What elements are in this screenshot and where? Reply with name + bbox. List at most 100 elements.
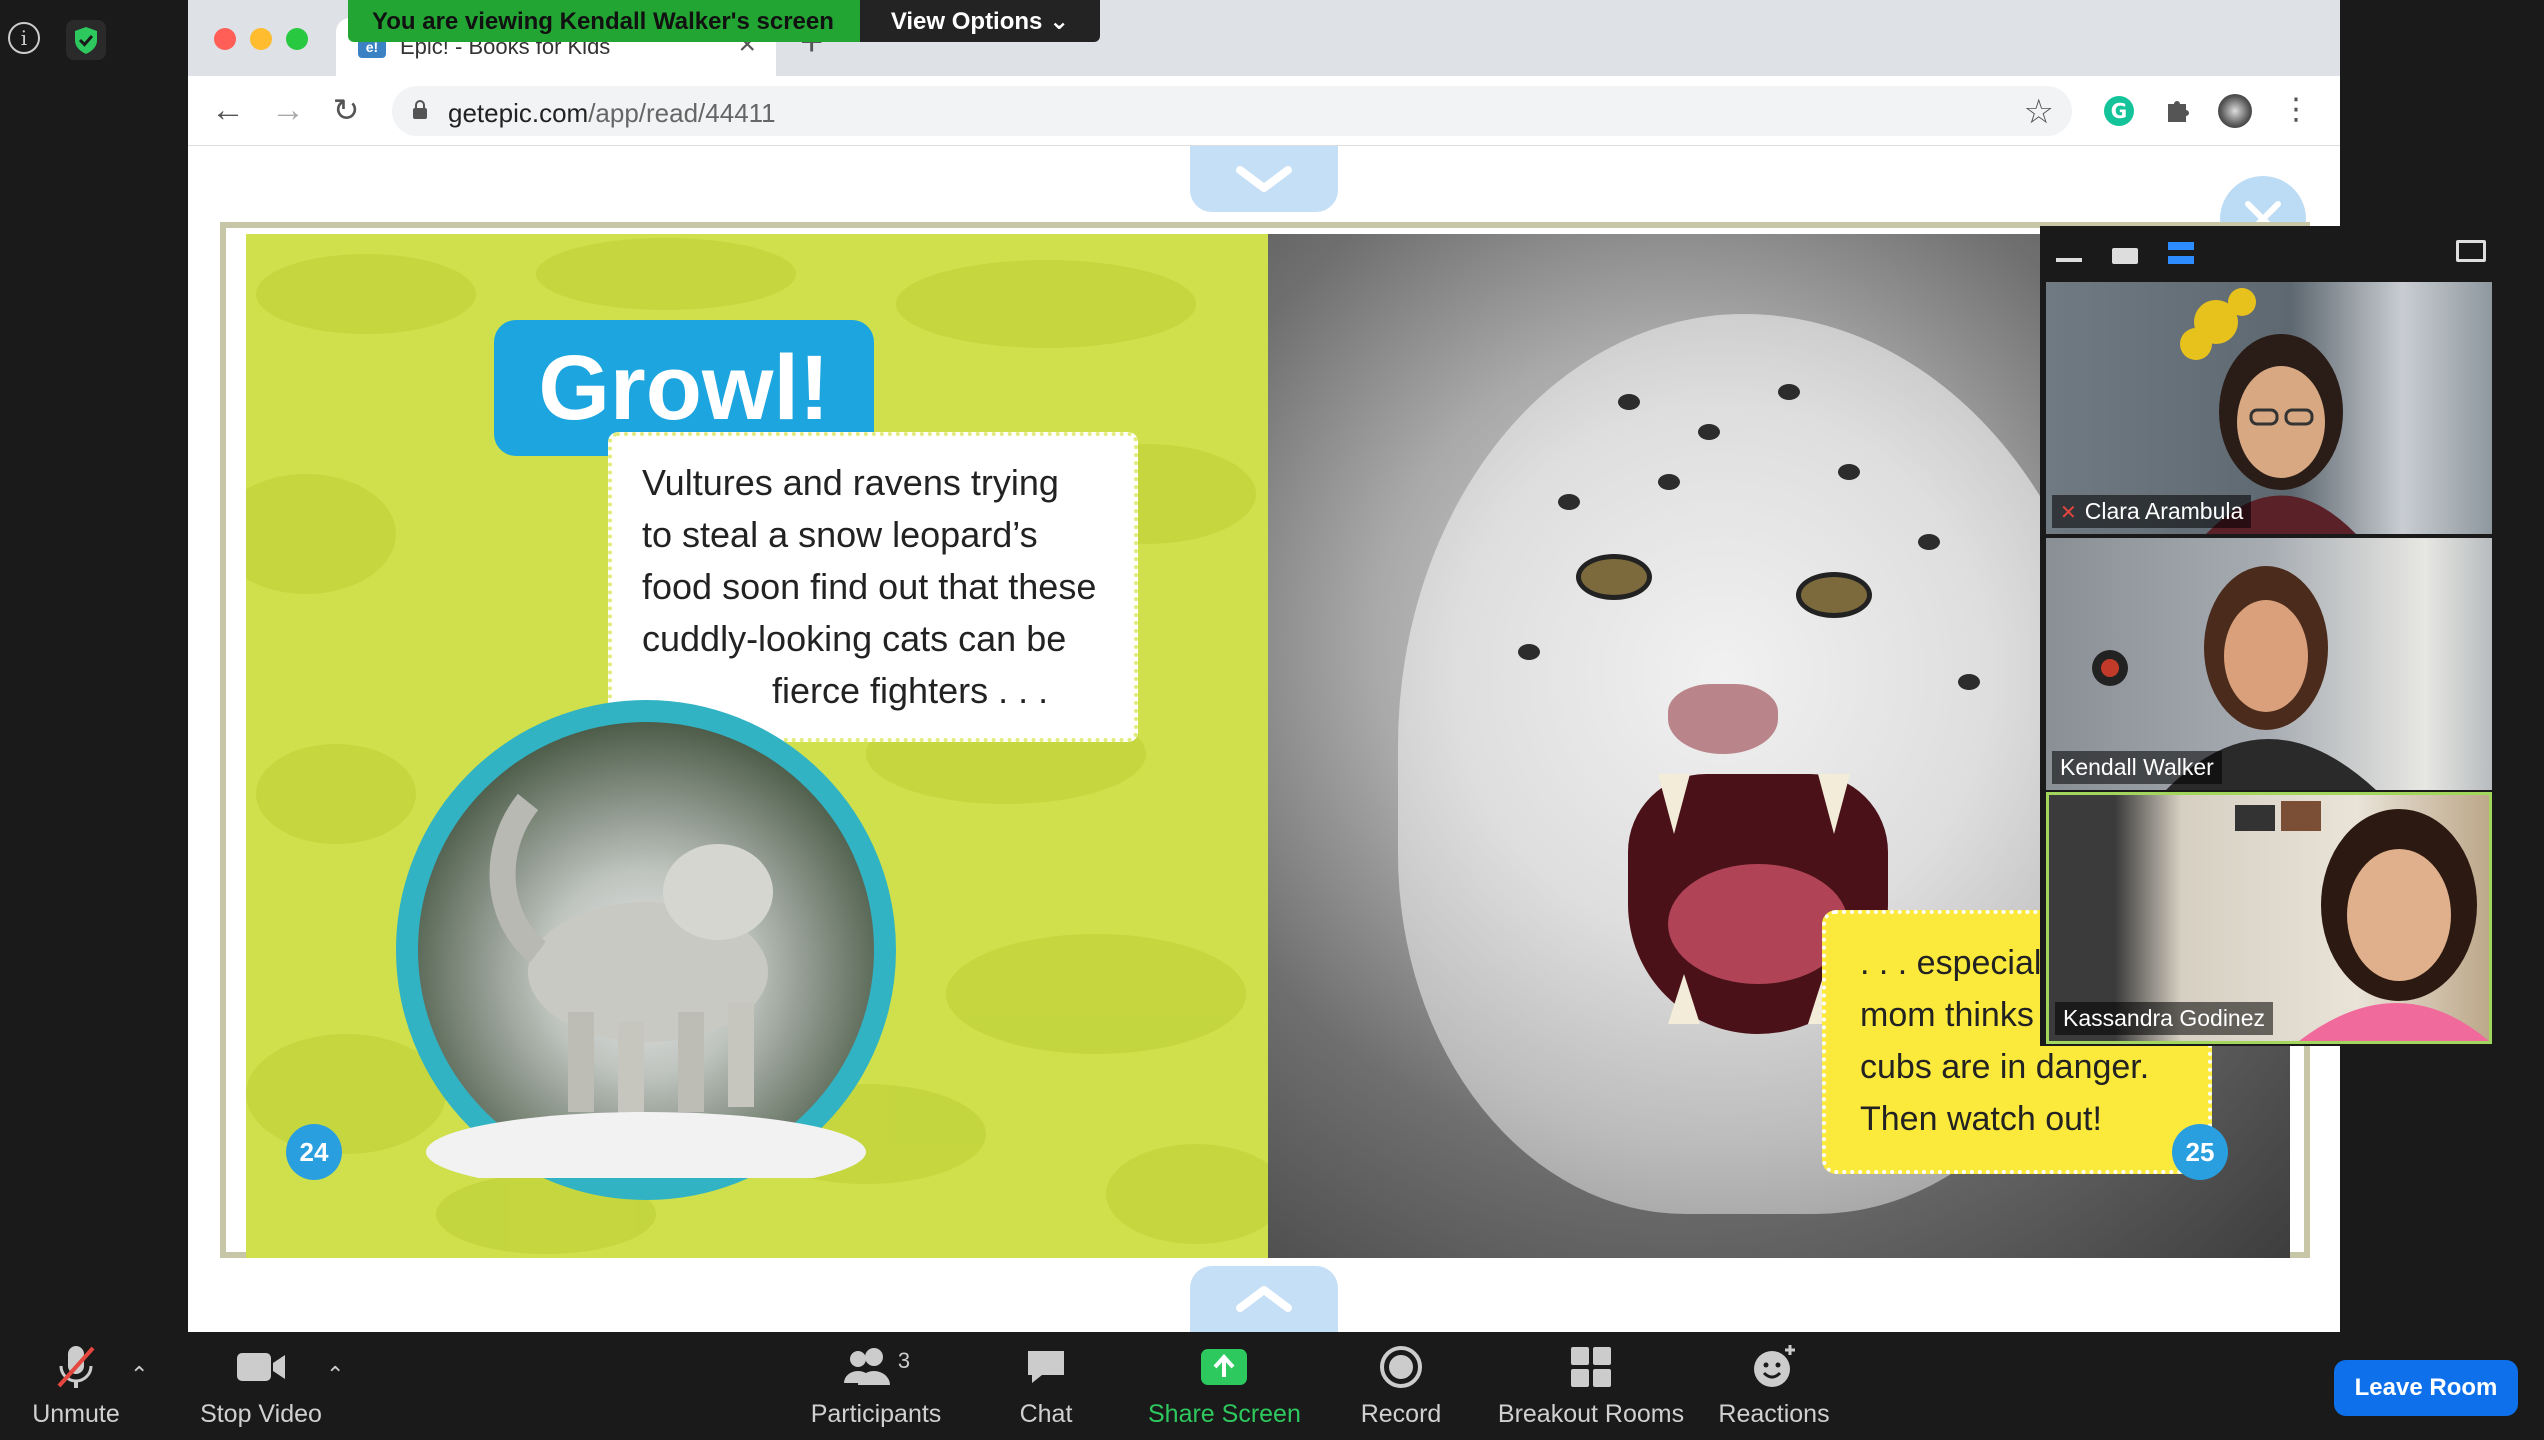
epic-reader: Growl! Vultures and ravens trying to ste… <box>188 146 2340 1332</box>
participant-name-label: Kendall Walker <box>2052 751 2222 784</box>
forward-icon[interactable]: → <box>268 90 308 130</box>
address-bar[interactable]: getepic.com/app/read/44411 ☆ <box>392 86 2072 136</box>
walking-leopard-image <box>426 793 866 1178</box>
zoom-window: i e! Epic! - Books for Kids × + ← → ↻ ge… <box>0 0 2544 1440</box>
leopard-spot <box>1658 474 1680 490</box>
reactions-smiley-icon <box>1754 1345 1795 1387</box>
participants-button[interactable]: 3 Participants <box>806 1342 946 1429</box>
left-text-line: food soon find out that these <box>642 566 1097 607</box>
gallery-strip-view-icon[interactable] <box>2168 242 2194 264</box>
participants-count: 3 <box>897 1348 911 1373</box>
video-options-caret-icon[interactable]: ⌃ <box>326 1362 344 1388</box>
right-text-line: . . . especially <box>1860 944 2066 982</box>
shared-screen-browser: e! Epic! - Books for Kids × + ← → ↻ gete… <box>188 0 2340 1332</box>
leopard-tongue <box>1668 864 1848 984</box>
info-icon[interactable]: i <box>8 22 40 54</box>
scroll-down-button[interactable] <box>1190 146 1338 212</box>
breakout-rooms-button[interactable]: Breakout Rooms <box>1496 1342 1686 1429</box>
profile-avatar[interactable] <box>2218 94 2252 128</box>
browser-menu-icon[interactable]: ⋮ <box>2276 90 2316 130</box>
maximize-window-dot[interactable] <box>286 28 308 50</box>
stop-video-button[interactable]: Stop Video <box>196 1342 326 1429</box>
view-options-button[interactable]: View Options ⌄ <box>860 0 1100 42</box>
viewing-screen-banner: You are viewing Kendall Walker's screen <box>348 0 860 42</box>
leopard-spot <box>1958 674 1980 690</box>
unmute-label: Unmute <box>32 1400 120 1428</box>
active-speaker-view-icon[interactable] <box>2112 248 2138 264</box>
chat-button[interactable]: Chat <box>1006 1342 1086 1429</box>
record-icon <box>1380 1346 1422 1388</box>
grammarly-extension-icon[interactable]: G <box>2102 94 2136 128</box>
chat-bubble-icon <box>1028 1351 1064 1383</box>
share-screen-button[interactable]: Share Screen <box>1148 1342 1301 1429</box>
lock-icon <box>413 100 427 119</box>
close-window-dot[interactable] <box>214 28 236 50</box>
leopard-eye <box>1796 572 1872 618</box>
leopard-fang <box>1668 974 1700 1024</box>
extensions-puzzle-icon[interactable] <box>2160 94 2194 128</box>
exit-floating-panel-icon[interactable] <box>2456 240 2486 262</box>
reactions-button[interactable]: Reactions <box>1718 1342 1830 1429</box>
book-inner: Growl! Vultures and ravens trying to ste… <box>226 228 2304 1258</box>
right-text-line: Then watch out! <box>1860 1100 2102 1138</box>
back-icon[interactable]: ← <box>208 90 248 130</box>
book-spread: Growl! Vultures and ravens trying to ste… <box>220 222 2310 1258</box>
left-page-number: 24 <box>286 1124 342 1180</box>
security-shield-icon[interactable] <box>66 20 106 60</box>
leopard-spot <box>1518 644 1540 660</box>
leopard-nose <box>1668 684 1778 754</box>
record-label: Record <box>1360 1400 1442 1428</box>
stop-video-label: Stop Video <box>200 1400 322 1428</box>
unmute-button[interactable]: Unmute <box>20 1342 132 1429</box>
audio-options-caret-icon[interactable]: ⌃ <box>130 1362 148 1388</box>
left-text-line: Vultures and ravens trying <box>642 462 1059 503</box>
url-host: getepic.com <box>448 98 589 128</box>
leopard-spot <box>1778 384 1800 400</box>
leopard-fang <box>1658 774 1690 834</box>
meeting-controls-bar: Unmute ⌃ Stop Video ⌃ 3 Participants Cha… <box>0 1332 2544 1440</box>
bookmark-star-icon[interactable]: ☆ <box>2024 92 2054 132</box>
leopard-fang <box>1818 774 1850 834</box>
left-text-line: cuddly-looking cats can be <box>642 618 1067 659</box>
leopard-spot <box>1838 464 1860 480</box>
leopard-spot <box>1918 534 1940 550</box>
participant-name-label: Kassandra Godinez <box>2055 1002 2274 1035</box>
minimize-window-dot[interactable] <box>250 28 272 50</box>
svg-text:G: G <box>2111 99 2127 123</box>
url-path: /app/read/44411 <box>588 98 776 128</box>
share-screen-arrow-icon <box>1201 1349 1247 1385</box>
breakout-rooms-grid-icon <box>1571 1347 1611 1387</box>
record-button[interactable]: Record <box>1356 1342 1446 1429</box>
muted-mic-icon: ✕ <box>2060 502 2077 524</box>
reload-icon[interactable]: ↻ <box>326 90 366 130</box>
chevron-down-icon <box>1236 166 1292 192</box>
muted-microphone-icon <box>57 1346 95 1388</box>
right-text-line: cubs are in danger. <box>1860 1048 2150 1086</box>
participant-video-panel: ✕ Clara Arambula Kendall Walker Kassandra… <box>2040 226 2496 1046</box>
leopard-spot <box>1558 494 1580 510</box>
participant-video-tile[interactable]: ✕ Clara Arambula <box>2046 282 2492 534</box>
left-text-line: to steal a snow leopard’s <box>642 514 1038 555</box>
left-text-box: Vultures and ravens trying to steal a sn… <box>608 432 1138 742</box>
scroll-up-button[interactable] <box>1190 1266 1338 1332</box>
video-panel-header <box>2040 226 2496 276</box>
browser-toolbar: ← → ↻ getepic.com/app/read/44411 ☆ G ⋮ <box>188 76 2340 146</box>
participant-video-tile-active-speaker[interactable]: Kassandra Godinez <box>2046 792 2492 1044</box>
leopard-spot <box>1618 394 1640 410</box>
right-text-line: mom thinks <box>1860 996 2034 1034</box>
url-text: getepic.com/app/read/44411 <box>448 98 776 129</box>
leopard-spot <box>1698 424 1720 440</box>
share-screen-label: Share Screen <box>1148 1400 1301 1428</box>
minimize-videos-icon[interactable] <box>2056 258 2082 262</box>
chevron-up-icon <box>1236 1286 1292 1312</box>
participant-video-tile[interactable]: Kendall Walker <box>2046 538 2492 790</box>
participant-name-label: ✕ Clara Arambula <box>2052 495 2252 528</box>
participant-name: Clara Arambula <box>2084 498 2244 524</box>
snow-leopard-circle-photo <box>396 700 896 1200</box>
breakout-rooms-label: Breakout Rooms <box>1497 1400 1685 1428</box>
left-page: Growl! Vultures and ravens trying to ste… <box>246 234 1268 1258</box>
video-camera-icon <box>237 1353 285 1381</box>
reactions-label: Reactions <box>1718 1400 1830 1428</box>
leave-room-button[interactable]: Leave Room <box>2334 1360 2518 1416</box>
chat-label: Chat <box>1019 1400 1073 1428</box>
